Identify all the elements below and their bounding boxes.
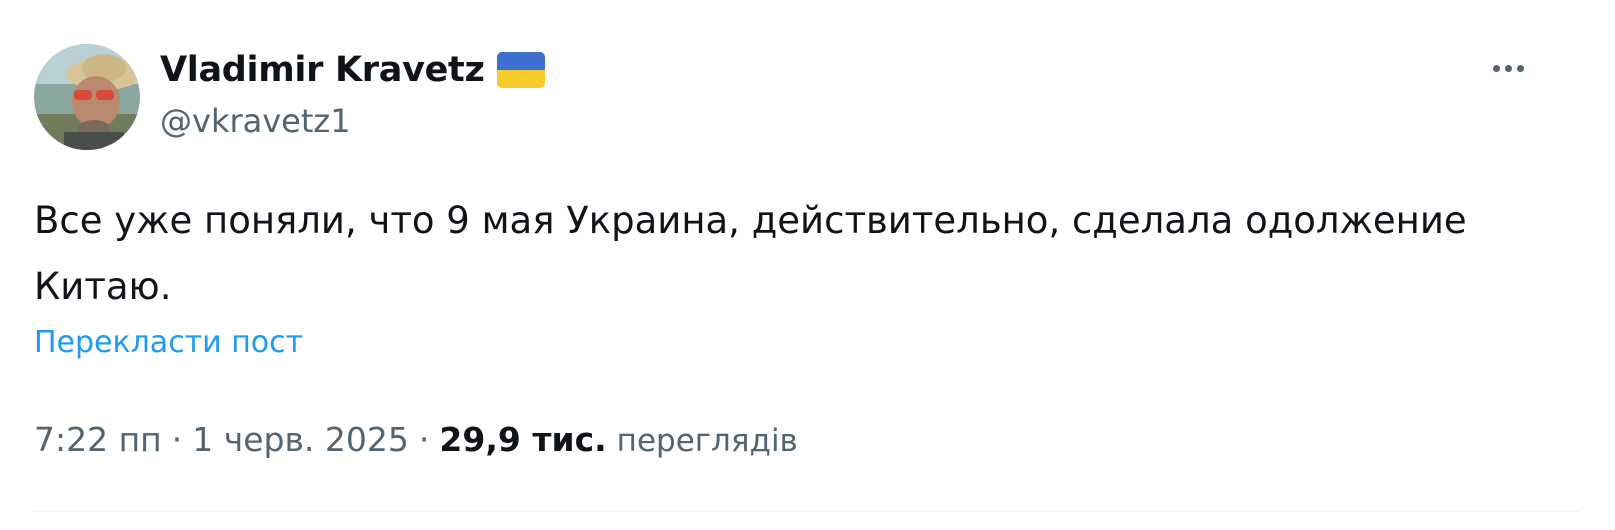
avatar-image <box>34 44 140 150</box>
author-display-name[interactable]: Vladimir Kravetz <box>160 50 485 90</box>
flag-bottom-stripe <box>496 70 545 88</box>
author-handle[interactable]: @vkravetz1 <box>160 102 351 140</box>
more-horizontal-icon-dot <box>1492 64 1500 72</box>
tweet-text-line: Все уже поняли, что 9 мая Украина, дейст… <box>34 199 1467 242</box>
divider <box>34 511 1581 512</box>
tweet-time[interactable]: 7:22 пп <box>34 420 162 459</box>
tweet-text: Все уже поняли, что 9 мая Украина, дейст… <box>34 188 1594 320</box>
tweet-card: Vladimir Kravetz @vkravetz1 Все уже поня… <box>0 0 1615 530</box>
tweet-text-line: Китаю. <box>34 265 172 308</box>
flag-top-stripe <box>496 52 545 70</box>
ukraine-flag-icon <box>496 52 545 88</box>
views-label: переглядів <box>616 423 798 459</box>
meta-separator: · <box>418 420 430 459</box>
translate-post-link[interactable]: Перекласти пост <box>34 325 303 360</box>
more-options-button[interactable] <box>1484 50 1532 86</box>
tweet-meta: 7:22 пп · 1 черв. 2025 · 29,9 тис. перег… <box>34 420 798 459</box>
more-horizontal-icon-dot <box>1504 64 1512 72</box>
more-horizontal-icon-dot <box>1516 64 1524 72</box>
tweet-date[interactable]: 1 черв. 2025 <box>192 420 409 459</box>
views-count[interactable]: 29,9 тис. <box>439 420 606 459</box>
avatar[interactable] <box>34 44 140 150</box>
author-name-row: Vladimir Kravetz <box>160 46 545 94</box>
meta-separator: · <box>171 420 183 459</box>
